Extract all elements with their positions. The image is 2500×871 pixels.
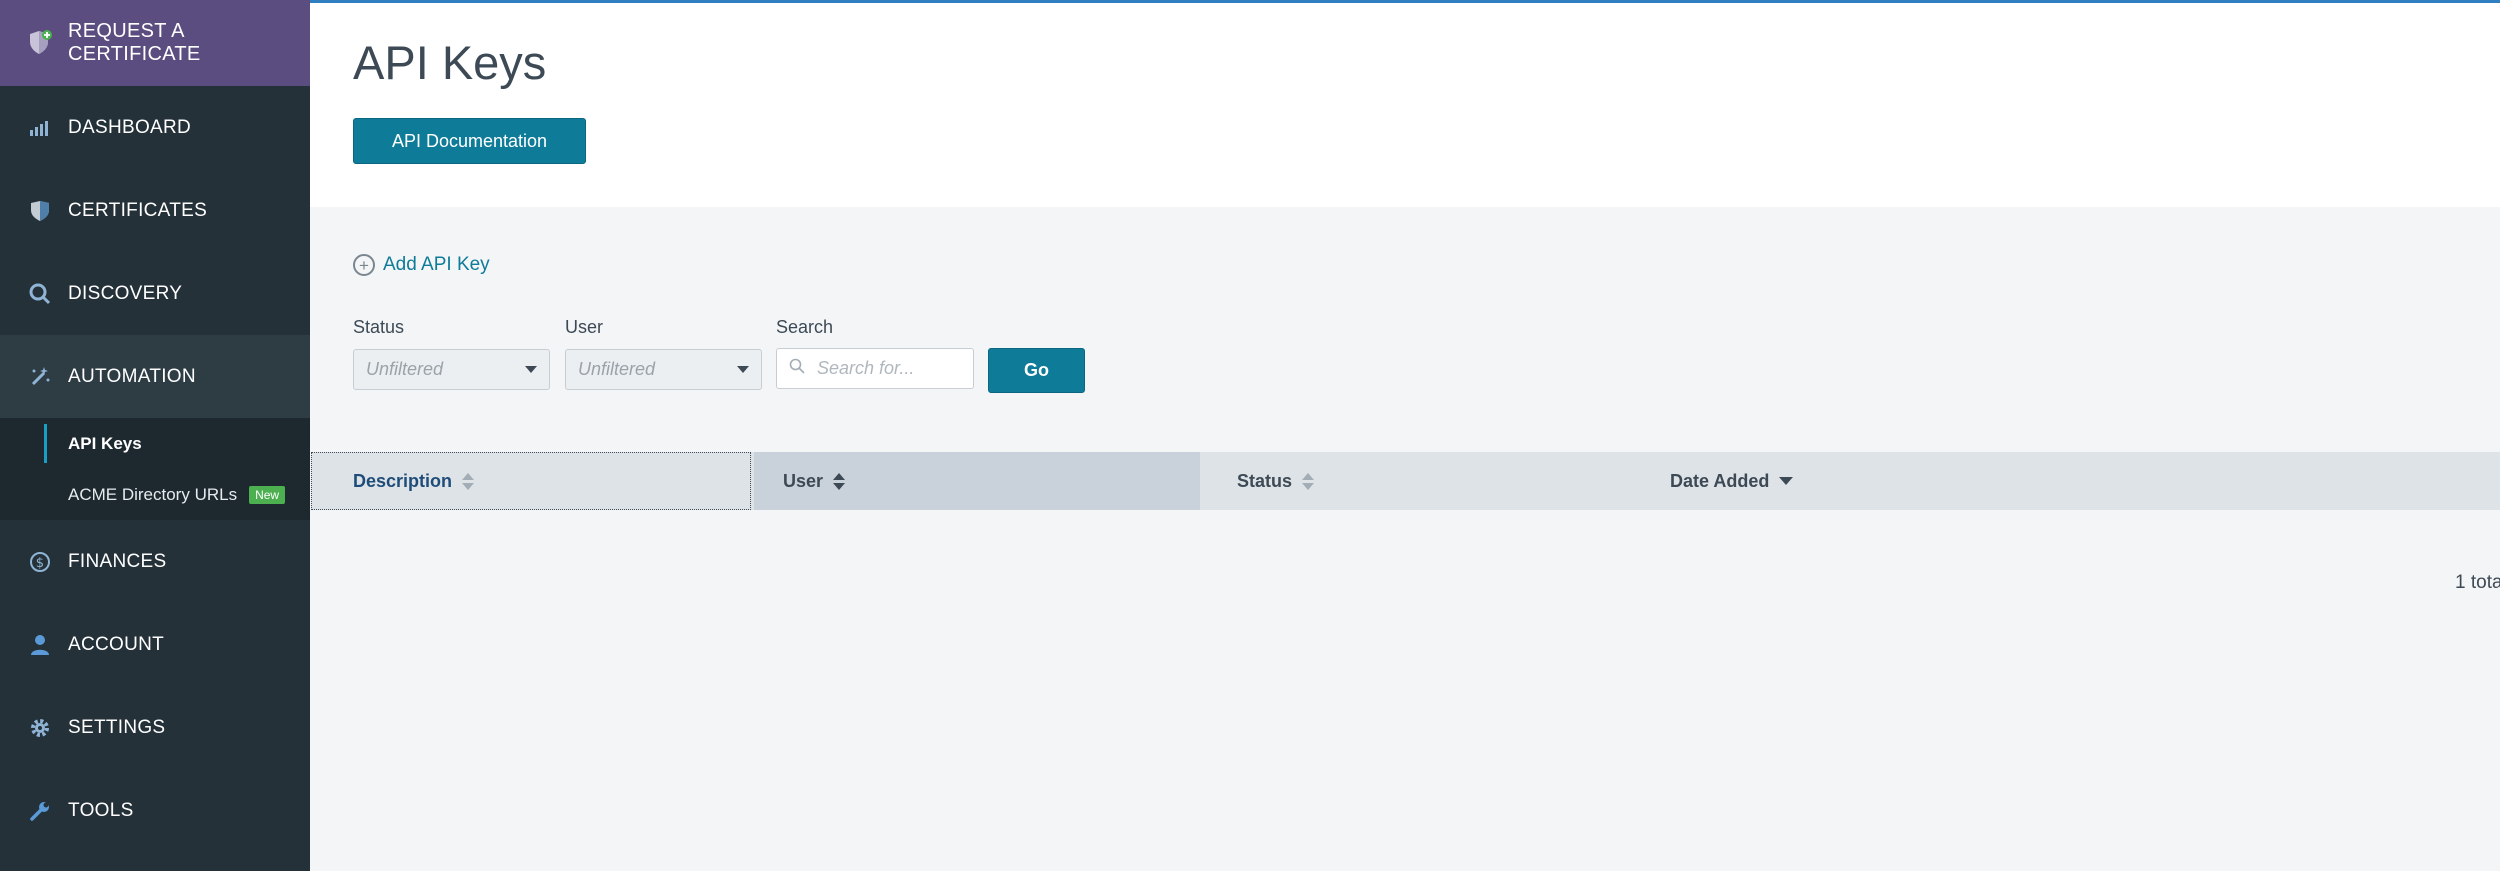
sort-icon — [833, 472, 846, 490]
sidebar-item-label: TOOLS — [68, 799, 134, 821]
table-header: Description User Status Date Added — [311, 452, 2500, 510]
sidebar-subitem-api-keys[interactable]: API Keys — [0, 418, 310, 469]
column-header-label: User — [783, 470, 824, 491]
sidebar-item-label: ACCOUNT — [68, 633, 165, 655]
sidebar-item-label: SETTINGS — [68, 716, 166, 738]
sidebar-item-finances[interactable]: $ FINANCES — [0, 520, 310, 603]
column-header-label: Description — [353, 470, 453, 491]
sort-icon — [1302, 472, 1315, 490]
shield-plus-icon — [28, 30, 52, 55]
sidebar-subitem-label: API Keys — [68, 433, 142, 453]
sort-icon — [462, 472, 475, 490]
sidebar-item-label: AUTOMATION — [68, 365, 196, 387]
sidebar-item-certificates[interactable]: CERTIFICATES — [0, 169, 310, 252]
sidebar-item-tools[interactable]: TOOLS — [0, 769, 310, 852]
search-icon — [789, 358, 805, 379]
sidebar-item-discovery[interactable]: DISCOVERY — [0, 252, 310, 335]
user-filter-label: User — [565, 317, 604, 337]
sidebar-item-account[interactable]: ACCOUNT — [0, 603, 310, 686]
plus-circle-icon: + — [353, 254, 375, 276]
request-certificate-link[interactable]: REQUEST A CERTIFICATE — [0, 0, 310, 86]
status-filter-select[interactable]: Unfiltered — [353, 349, 550, 390]
column-header-description[interactable]: Description — [311, 452, 751, 510]
automation-submenu: API Keys ACME Directory URLs New — [0, 418, 310, 520]
svg-text:$: $ — [36, 556, 45, 571]
sidebar-subitem-acme-directory-urls[interactable]: ACME Directory URLs New — [0, 469, 310, 520]
column-header-date-added[interactable]: Date Added — [1643, 452, 1794, 510]
magic-wand-icon — [28, 365, 52, 389]
search-label: Search — [776, 317, 834, 337]
sidebar-item-label: DISCOVERY — [68, 282, 183, 304]
magnifier-icon — [28, 282, 52, 306]
request-certificate-label: REQUEST A CERTIFICATE — [68, 20, 201, 65]
column-header-user[interactable]: User — [754, 452, 1200, 510]
total-count: 1 tota — [2455, 572, 2500, 593]
page-header: API Keys API Documentation — [310, 3, 2500, 207]
column-header-label: Status — [1237, 470, 1293, 491]
api-documentation-button[interactable]: API Documentation — [353, 118, 586, 164]
shield-icon — [28, 199, 52, 223]
sidebar-item-settings[interactable]: SETTINGS — [0, 686, 310, 769]
sidebar-subitem-label: ACME Directory URLs — [68, 484, 238, 504]
sidebar-item-label: DASHBOARD — [68, 116, 192, 138]
sort-descending-icon — [1779, 477, 1794, 485]
sidebar-item-automation[interactable]: AUTOMATION — [0, 335, 310, 418]
sidebar-item-dashboard[interactable]: DASHBOARD — [0, 86, 310, 169]
chevron-down-icon — [525, 366, 537, 373]
column-header-status[interactable]: Status — [1200, 452, 1643, 510]
dollar-icon: $ — [28, 550, 52, 574]
status-filter-value: Unfiltered — [366, 359, 444, 379]
user-filter-select[interactable]: Unfiltered — [565, 349, 762, 390]
new-badge: New — [249, 485, 286, 504]
gear-icon — [28, 716, 52, 740]
sidebar: REQUEST A CERTIFICATE DASHBOARD CERTIFIC… — [0, 0, 310, 871]
chevron-down-icon — [737, 366, 749, 373]
column-header-label: Date Added — [1670, 470, 1770, 491]
user-filter-value: Unfiltered — [578, 359, 656, 379]
search-input[interactable] — [817, 358, 967, 379]
page-title: API Keys — [353, 36, 547, 89]
status-filter-label: Status — [353, 317, 405, 337]
bar-chart-icon — [28, 116, 52, 140]
add-api-key-label: Add API Key — [383, 254, 490, 275]
sidebar-item-label: CERTIFICATES — [68, 199, 208, 221]
add-api-key-link[interactable]: + Add API Key — [353, 254, 490, 276]
wrench-icon — [28, 799, 52, 823]
search-box — [776, 348, 974, 389]
go-button[interactable]: Go — [988, 348, 1085, 393]
user-icon — [28, 633, 52, 657]
sidebar-item-label: FINANCES — [68, 550, 167, 572]
